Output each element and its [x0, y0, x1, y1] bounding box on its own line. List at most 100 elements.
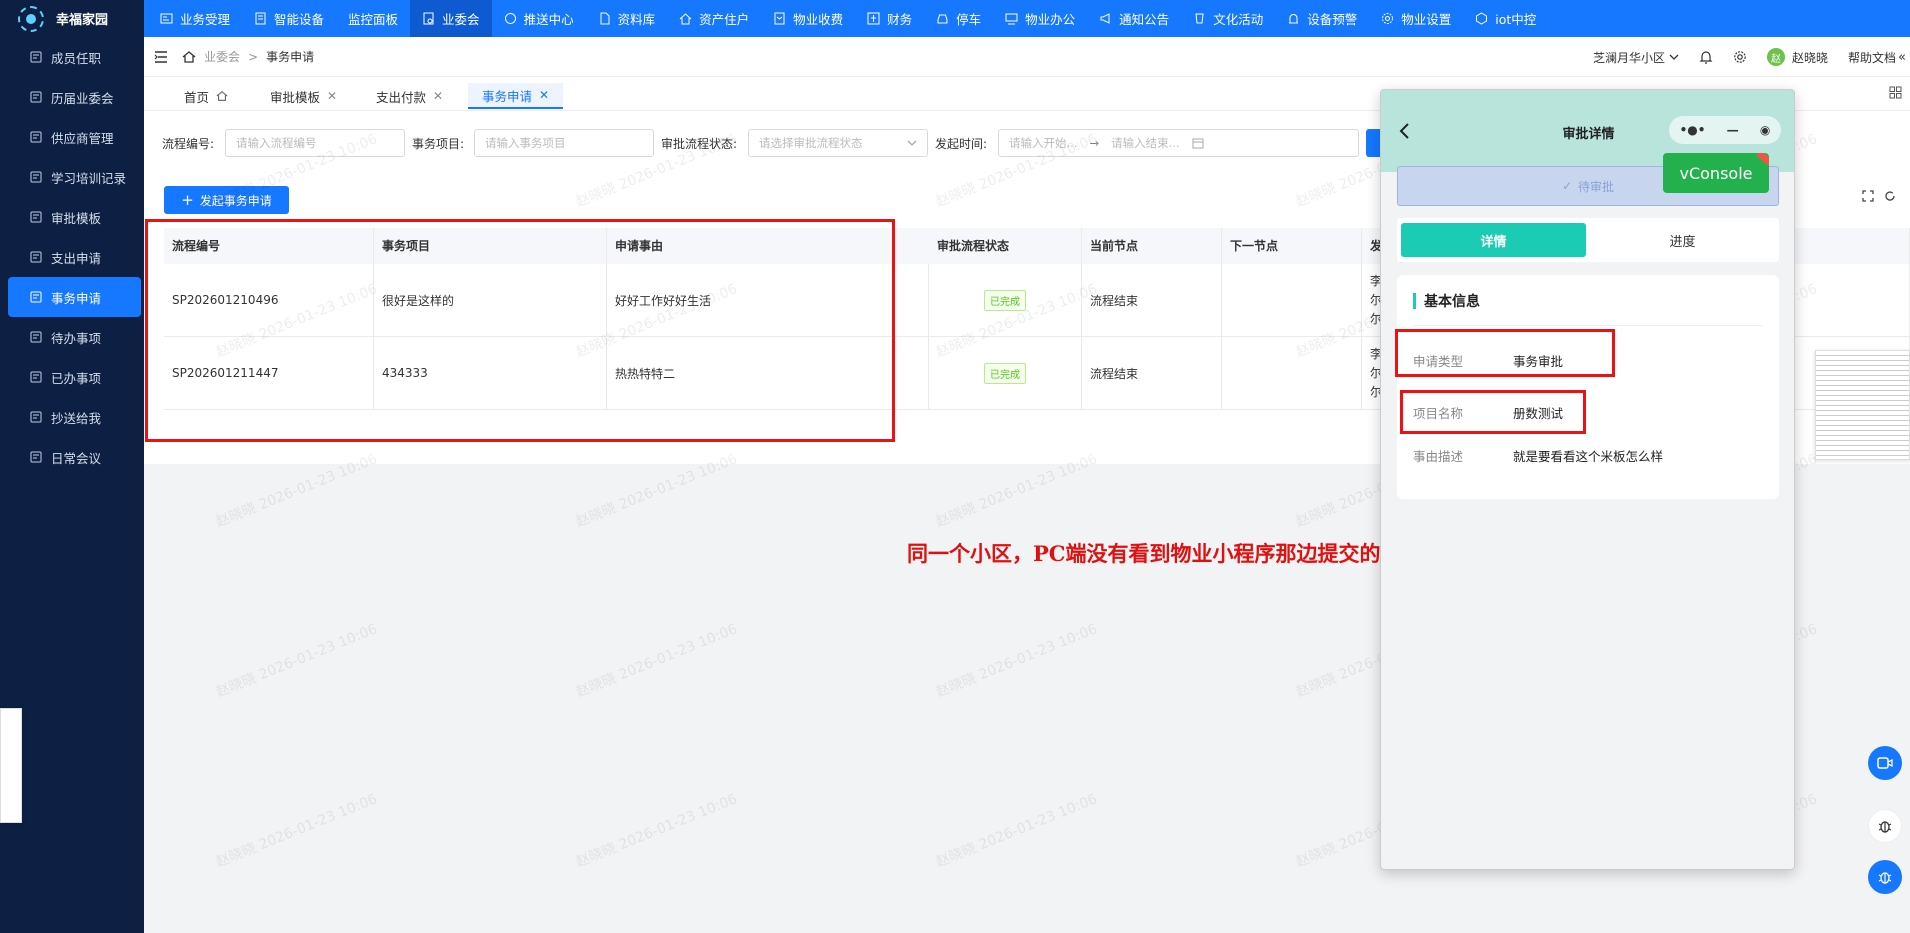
tab-label: 首页 — [184, 89, 210, 105]
grid-icon[interactable] — [1889, 86, 1902, 102]
topnav-item-2[interactable]: 监控面板 — [336, 0, 410, 37]
minimize-icon[interactable]: — — [1727, 123, 1739, 137]
close-icon[interactable]: ✕ — [433, 89, 443, 103]
logo-icon — [18, 5, 44, 32]
video-icon — [1877, 757, 1893, 769]
top-nav-menu: 业务受理 智能设备 监控面板 业委会 推送中心 资料库 资产住户 物业收费 财务 停车 物业办公 通知… — [148, 0, 1548, 37]
item-label: 事务项目: — [412, 137, 465, 151]
settings-gear-icon[interactable] — [1733, 50, 1747, 64]
gear-icon — [1382, 13, 1394, 24]
menu-item-icon — [30, 291, 42, 303]
bug-report-button[interactable] — [1868, 809, 1902, 843]
sidebar-item-0[interactable]: 成员任职 — [0, 37, 144, 77]
vconsole-button[interactable]: vConsole — [1663, 153, 1769, 193]
video-float-button[interactable] — [1868, 746, 1902, 780]
menu-toggle-icon[interactable] — [154, 50, 168, 64]
sidebar-item-7[interactable]: 待办事项 — [0, 317, 144, 357]
close-icon[interactable]: ✕ — [327, 89, 337, 103]
sidebar-item-4[interactable]: 审批模板 — [0, 197, 144, 237]
tab-approval-template[interactable]: 审批模板 ✕ — [256, 83, 351, 109]
topnav-item-14[interactable]: 物业设置 — [1369, 0, 1463, 37]
topnav-item-7[interactable]: 物业收费 — [761, 0, 855, 37]
close-target-icon[interactable]: ◉ — [1760, 123, 1770, 137]
home-icon[interactable] — [182, 50, 196, 64]
topnav-item-9[interactable]: 停车 — [924, 0, 993, 37]
watermark-text: 赵晓晓 2026-01-23 10:06 — [213, 621, 380, 701]
menu-item-icon — [30, 251, 42, 263]
topnav-item-0[interactable]: 业务受理 — [148, 0, 242, 37]
topnav-label: 通知公告 — [1119, 12, 1170, 27]
cell-current-node: 流程结束 — [1082, 264, 1222, 337]
chevron-down-icon — [1669, 54, 1679, 60]
topnav-label: 物业办公 — [1025, 12, 1076, 27]
section-heading: 基本信息 — [1413, 291, 1480, 311]
top-navbar: 幸福家园 业务受理 智能设备 监控面板 业委会 推送中心 资料库 资产住户 物业收费 财务 停车 物… — [0, 0, 1910, 37]
community-selector[interactable]: 芝澜月华小区 — [1593, 49, 1679, 66]
topnav-item-12[interactable]: 文化活动 — [1181, 0, 1275, 37]
close-icon[interactable]: ✕ — [539, 88, 549, 102]
help-docs-link[interactable]: 帮助文档 « — [1848, 49, 1906, 66]
annotation-highlight-box — [145, 219, 895, 442]
create-affair-button[interactable]: + 发起事务申请 — [164, 186, 289, 214]
field-reason: 事由描述 就是要看看这个米板怎么样 — [1413, 446, 1663, 465]
more-dots-icon[interactable]: •●• — [1680, 123, 1706, 137]
sidebar-item-label: 供应商管理 — [51, 130, 114, 146]
header-tools: 芝澜月华小区 赵 赵晓晓 帮助文档 « — [1593, 37, 1910, 77]
topnav-item-10[interactable]: 物业办公 — [993, 0, 1087, 37]
user-menu[interactable]: 赵 赵晓晓 — [1767, 48, 1828, 66]
double-chevron-left-icon: « — [1898, 49, 1906, 65]
topnav-item-11[interactable]: 通知公告 — [1087, 0, 1181, 37]
status-select[interactable]: 请选择审批流程状态 — [748, 129, 928, 157]
vconsole-label: vConsole — [1679, 163, 1753, 183]
sidebar-item-9[interactable]: 抄送给我 — [0, 397, 144, 437]
cell-next-node — [1222, 264, 1362, 337]
topnav-item-1[interactable]: 智能设备 — [242, 0, 336, 37]
car-icon — [937, 14, 948, 24]
mini-program-capsule: •●• — ◉ — [1669, 116, 1781, 144]
sidebar-item-1[interactable]: 历届业委会 — [0, 77, 144, 117]
sidebar-item-label: 抄送给我 — [51, 410, 102, 426]
sidebar-item-2[interactable]: 供应商管理 — [0, 117, 144, 157]
sidebar-item-5[interactable]: 支出申请 — [0, 237, 144, 277]
sidebar-item-10[interactable]: 日常会议 — [0, 437, 144, 477]
annotation-highlight-box — [1395, 329, 1615, 377]
topnav-item-3[interactable]: 业委会 — [410, 0, 492, 37]
topnav-item-4[interactable]: 推送中心 — [492, 0, 586, 37]
sidebar-item-label: 事务申请 — [51, 290, 102, 306]
topnav-item-8[interactable]: 财务 — [855, 0, 924, 37]
office-icon — [1005, 13, 1018, 25]
menu-item-icon — [30, 91, 42, 103]
finance-icon — [867, 12, 880, 25]
topnav-item-15[interactable]: iot中控 — [1463, 0, 1548, 37]
sidebar-item-8[interactable]: 已办事项 — [0, 357, 144, 397]
sidebar-item-3[interactable]: 学习培训记录 — [0, 157, 144, 197]
tab-progress[interactable]: 进度 — [1590, 223, 1775, 257]
topnav-label: 智能设备 — [274, 12, 325, 27]
cell-next-node — [1222, 337, 1362, 410]
tab-home[interactable]: 首页 — [170, 83, 242, 109]
sidebar-item-6[interactable]: 事务申请 — [8, 277, 141, 317]
debug-float-button[interactable] — [1868, 860, 1902, 894]
column-header: 当前节点 — [1082, 228, 1222, 264]
topnav-item-5[interactable]: 资料库 — [586, 0, 668, 37]
sidebar-item-label: 历届业委会 — [51, 90, 114, 106]
tab-affairs-application[interactable]: 事务申请 ✕ — [468, 83, 564, 109]
bell-icon[interactable] — [1699, 50, 1713, 64]
topnav-item-6[interactable]: 资产住户 — [667, 0, 761, 37]
breadcrumb-parent[interactable]: 业委会 — [204, 48, 240, 65]
refresh-icon[interactable] — [1884, 190, 1896, 205]
topnav-item-13[interactable]: 设备预警 — [1275, 0, 1369, 37]
flow-no-label: 流程编号: — [162, 137, 215, 151]
time-range-picker[interactable]: 请输入开始... → 请输入结束... — [998, 129, 1359, 157]
brand-logo[interactable]: 幸福家园 — [0, 0, 144, 37]
menu-item-icon — [30, 451, 42, 463]
status-placeholder: 请选择审批流程状态 — [759, 136, 863, 150]
item-input[interactable]: 请输入事务项目 — [474, 129, 654, 157]
topnav-label: 文化活动 — [1213, 12, 1264, 27]
tab-expense-payment[interactable]: 支出付款 ✕ — [362, 83, 457, 109]
watermark-text: 赵晓晓 2026-01-23 10:06 — [573, 791, 740, 871]
flow-no-input[interactable]: 请输入流程编号 — [225, 129, 405, 157]
home-icon — [216, 90, 228, 101]
fullscreen-icon[interactable] — [1862, 190, 1874, 205]
tab-detail[interactable]: 详情 — [1401, 223, 1586, 257]
